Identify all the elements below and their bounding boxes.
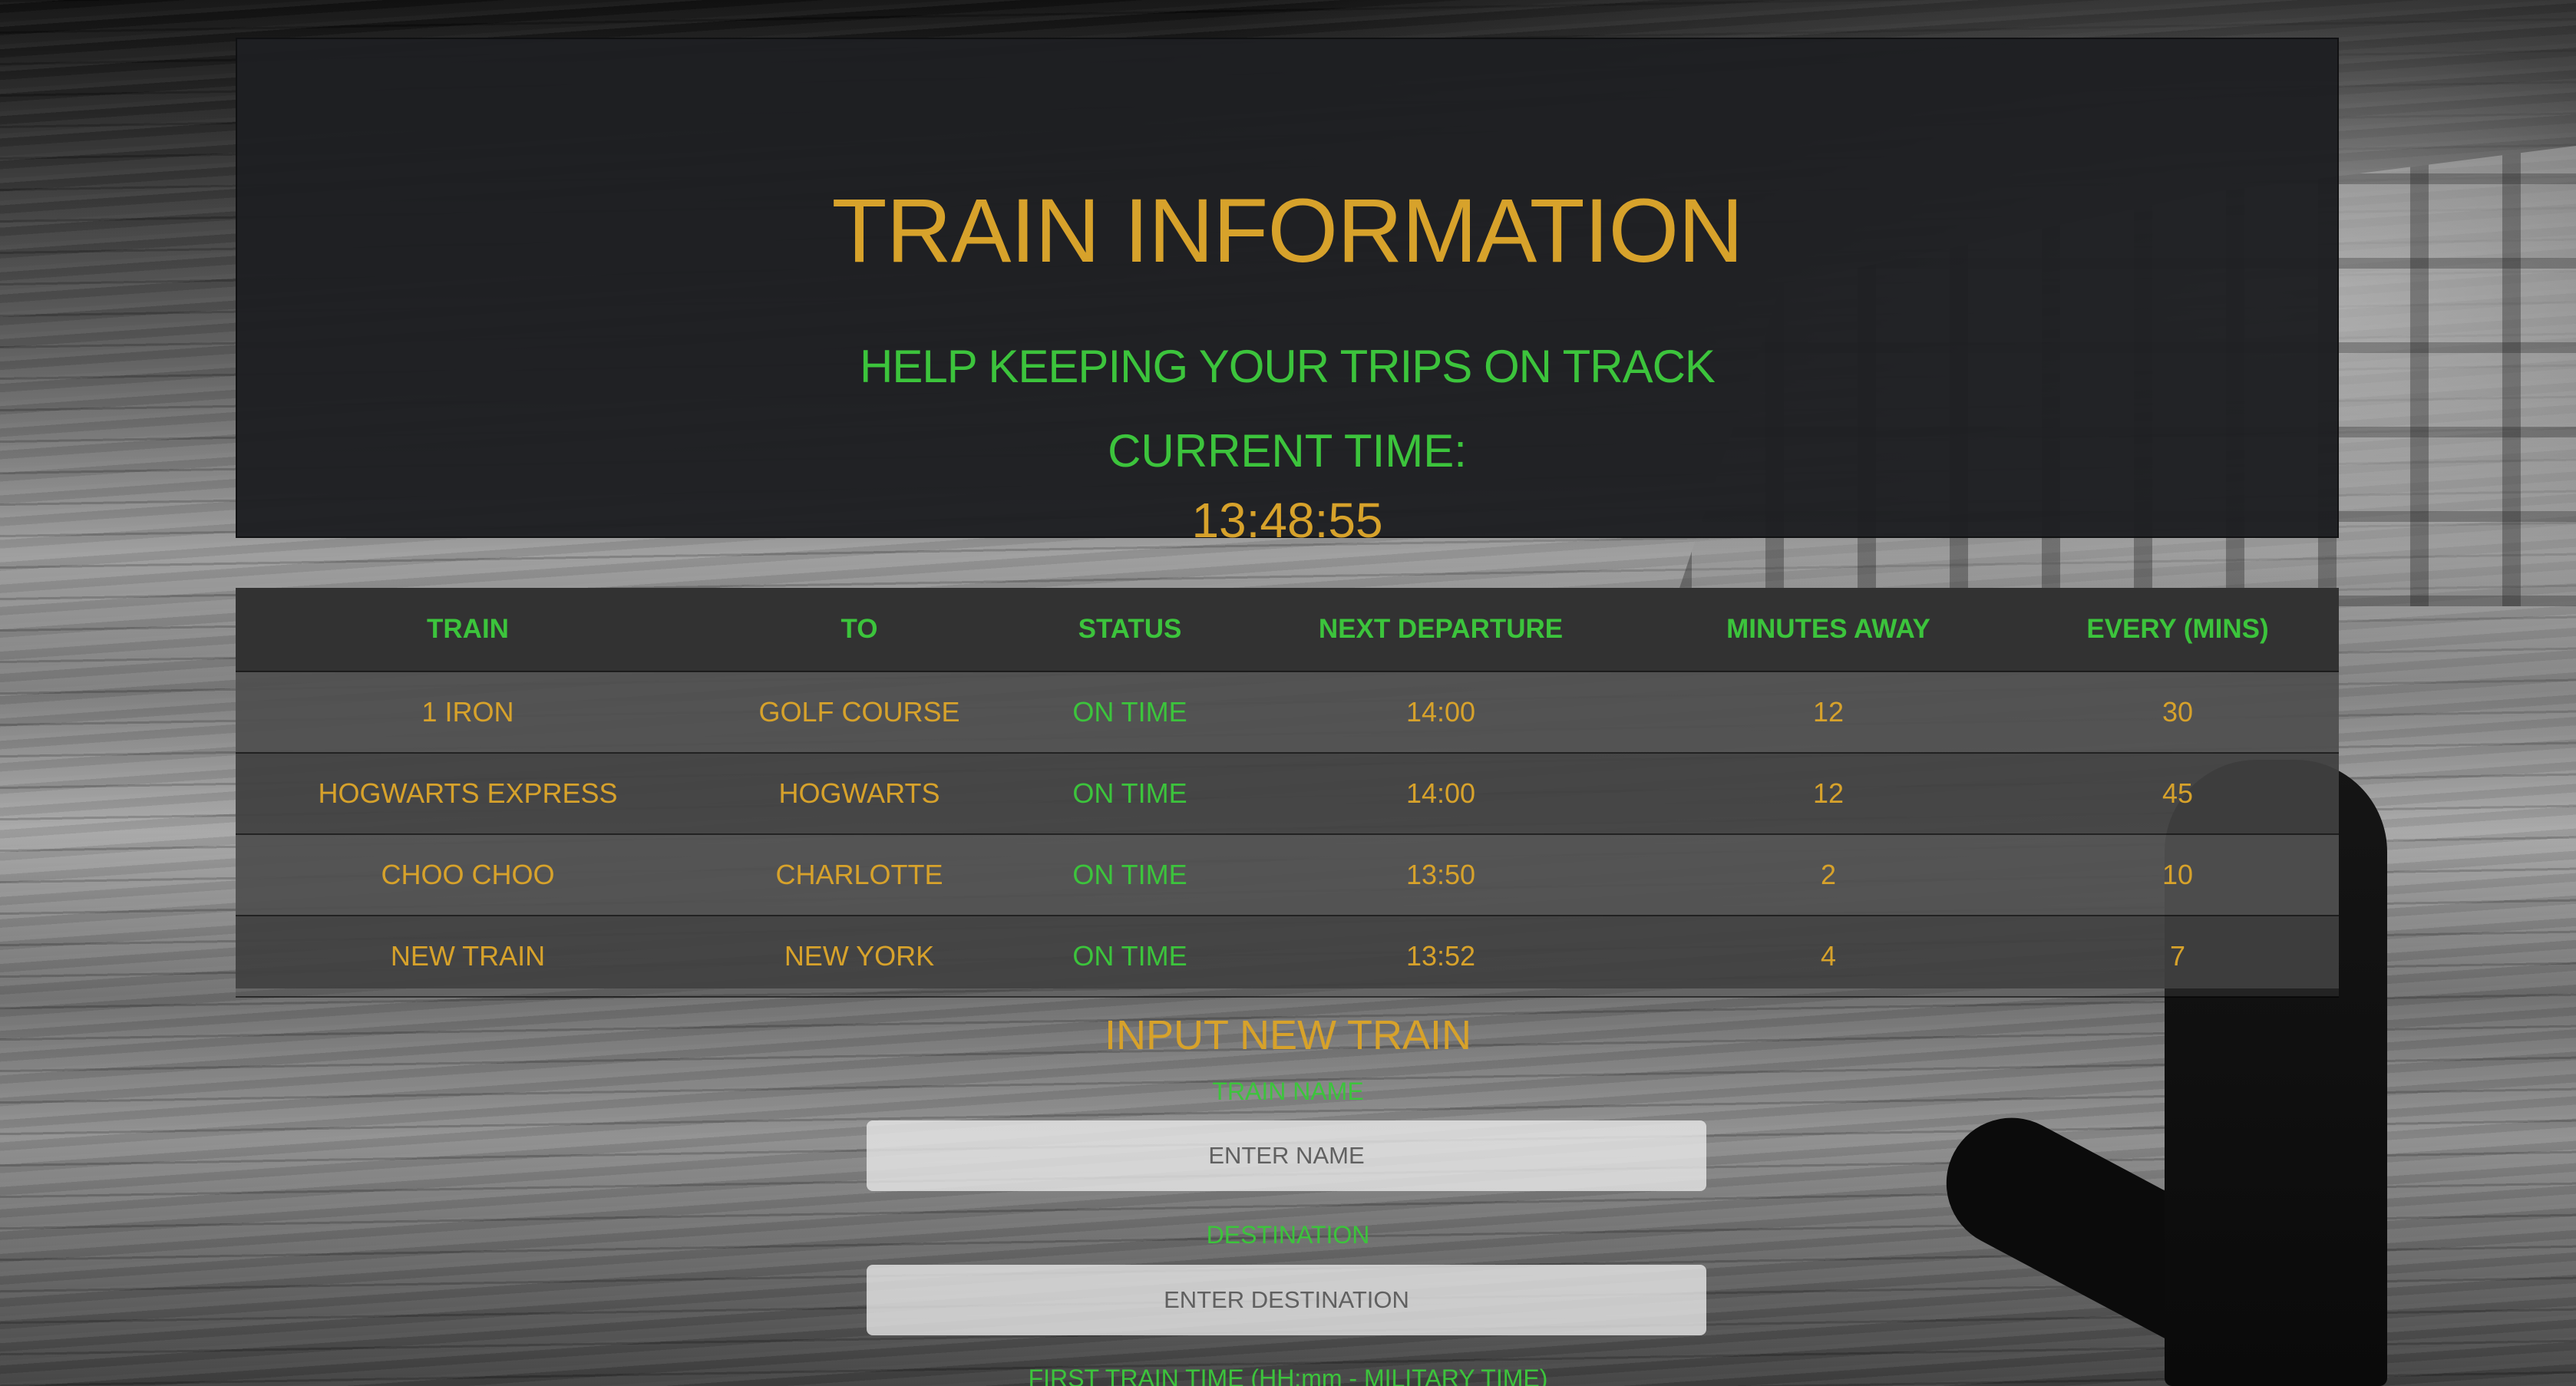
table-row: 1 IRON GOLF COURSE ON TIME 14:00 12 30 <box>236 672 2339 754</box>
table-row: HOGWARTS EXPRESS HOGWARTS ON TIME 14:00 … <box>236 753 2339 835</box>
column-header-to: TO <box>700 588 1019 672</box>
cell-status: ON TIME <box>1019 753 1241 835</box>
cell-status: ON TIME <box>1019 672 1241 754</box>
tagline: HELP KEEPING YOUR TRIPS ON TRACK <box>860 341 1716 392</box>
cell-frequency: 30 <box>2016 672 2339 754</box>
cell-train: 1 IRON <box>236 672 700 754</box>
column-header-minutes-away: MINUTES AWAY <box>1640 588 2016 672</box>
cell-next-departure: 13:52 <box>1241 916 1640 998</box>
cell-minutes-away: 12 <box>1640 753 2016 835</box>
table-header-row: TRAIN TO STATUS NEXT DEPARTURE MINUTES A… <box>236 588 2339 672</box>
cell-next-departure: 14:00 <box>1241 753 1640 835</box>
cell-train: HOGWARTS EXPRESS <box>236 753 700 835</box>
destination-label: DESTINATION <box>1206 1221 1370 1249</box>
column-header-status: STATUS <box>1019 588 1241 672</box>
page-title: TRAIN INFORMATION <box>831 180 1744 282</box>
cell-destination: CHARLOTTE <box>700 834 1019 916</box>
cell-destination: NEW YORK <box>700 916 1019 998</box>
cell-status: ON TIME <box>1019 916 1241 998</box>
cell-frequency: 45 <box>2016 753 2339 835</box>
train-name-input[interactable] <box>867 1120 1706 1191</box>
cell-minutes-away: 2 <box>1640 834 2016 916</box>
header-panel: TRAIN INFORMATION HELP KEEPING YOUR TRIP… <box>236 38 2339 548</box>
train-name-label: TRAIN NAME <box>1212 1077 1364 1105</box>
column-header-next-departure: NEXT DEPARTURE <box>1241 588 1640 672</box>
form-title: INPUT NEW TRAIN <box>1104 1012 1472 1058</box>
current-time-label: CURRENT TIME: <box>1108 425 1467 477</box>
cell-status: ON TIME <box>1019 834 1241 916</box>
cell-destination: HOGWARTS <box>700 753 1019 835</box>
cell-frequency: 10 <box>2016 834 2339 916</box>
schedule-table: TRAIN TO STATUS NEXT DEPARTURE MINUTES A… <box>236 588 2339 998</box>
table-row: NEW TRAIN NEW YORK ON TIME 13:52 4 7 <box>236 916 2339 998</box>
column-header-every: EVERY (MINS) <box>2016 588 2339 672</box>
cell-frequency: 7 <box>2016 916 2339 998</box>
cell-next-departure: 14:00 <box>1241 672 1640 754</box>
column-header-train: TRAIN <box>236 588 700 672</box>
table-row: CHOO CHOO CHARLOTTE ON TIME 13:50 2 10 <box>236 834 2339 916</box>
cell-train: CHOO CHOO <box>236 834 700 916</box>
destination-input[interactable] <box>867 1265 1706 1335</box>
cell-minutes-away: 4 <box>1640 916 2016 998</box>
cell-destination: GOLF COURSE <box>700 672 1019 754</box>
cell-minutes-away: 12 <box>1640 672 2016 754</box>
schedule-table-panel: TRAIN TO STATUS NEXT DEPARTURE MINUTES A… <box>236 588 2339 998</box>
cell-next-departure: 13:50 <box>1241 834 1640 916</box>
current-time-value: 13:48:55 <box>1191 493 1383 548</box>
cell-train: NEW TRAIN <box>236 916 700 998</box>
first-train-time-label: FIRST TRAIN TIME (HH:mm - MILITARY TIME) <box>1028 1365 1548 1386</box>
